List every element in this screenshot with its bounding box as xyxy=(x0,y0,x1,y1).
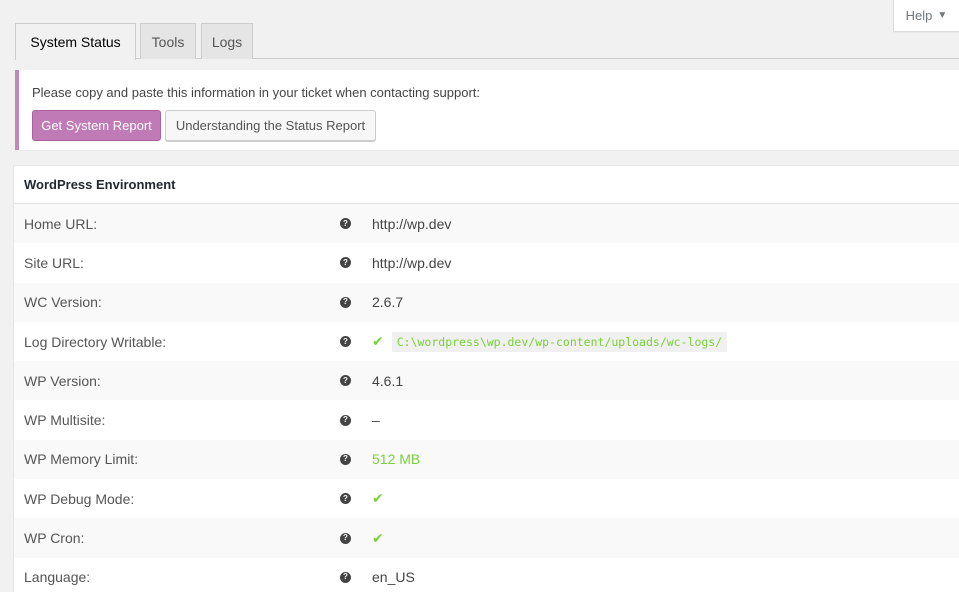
support-notice: Please copy and paste this information i… xyxy=(15,70,959,150)
understanding-status-report-button[interactable]: Understanding the Status Report xyxy=(165,110,376,141)
help-icon[interactable]: ? xyxy=(340,336,351,348)
row-value: ✔ C:\wordpress\wp.dev/wp-content/uploads… xyxy=(372,331,728,352)
row-label: Log Directory Writable: xyxy=(24,333,167,350)
table-rows: Home URL: ? http://wp.dev Site URL: ? ht… xyxy=(14,204,959,592)
table-row: WP Memory Limit: ? 512 MB xyxy=(14,439,959,480)
help-icon[interactable]: ? xyxy=(340,571,351,583)
table-row: Home URL: ? http://wp.dev xyxy=(14,204,959,244)
checkmark-icon: ✔ xyxy=(372,490,384,507)
log-directory-path: C:\wordpress\wp.dev/wp-content/uploads/w… xyxy=(391,331,728,352)
checkmark-icon: ✔ xyxy=(372,333,384,350)
help-icon[interactable]: ? xyxy=(340,257,351,269)
row-value: ✔ xyxy=(372,490,384,507)
row-label: Home URL: xyxy=(24,215,98,232)
table-row: WP Debug Mode: ? ✔ xyxy=(14,479,959,518)
help-icon[interactable]: ? xyxy=(340,218,351,230)
row-value: http://wp.dev xyxy=(372,254,452,271)
row-value: 512 MB xyxy=(372,451,421,468)
table-row: Language: ? en_US xyxy=(14,558,959,592)
table-row: WP Cron: ? ✔ xyxy=(14,518,959,558)
table-row: Log Directory Writable: ? ✔ C:\wordpress… xyxy=(14,322,959,361)
table-row: WC Version: ? 2.6.7 xyxy=(14,282,959,322)
notice-text: Please copy and paste this information i… xyxy=(32,85,481,100)
get-system-report-button[interactable]: Get System Report xyxy=(32,110,161,141)
row-label: Language: xyxy=(24,569,91,586)
row-value: – xyxy=(372,412,380,429)
table-row: Site URL: ? http://wp.dev xyxy=(14,243,959,282)
tab-logs[interactable]: Logs xyxy=(201,23,253,59)
checkmark-icon: ✔ xyxy=(372,529,384,546)
row-value: http://wp.dev xyxy=(372,215,452,232)
table-row: WP Multisite: ? – xyxy=(14,400,959,439)
help-icon[interactable]: ? xyxy=(340,414,351,426)
row-label: WP Version: xyxy=(24,372,101,389)
help-label: Help xyxy=(905,8,933,23)
row-label: WP Memory Limit: xyxy=(24,451,139,468)
help-icon[interactable]: ? xyxy=(340,453,351,465)
row-label: WP Debug Mode: xyxy=(24,490,135,507)
nav-tabs: System Status Tools Logs xyxy=(15,23,959,60)
row-value: ✔ xyxy=(372,530,384,547)
tab-tools[interactable]: Tools xyxy=(140,23,196,59)
help-icon[interactable]: ? xyxy=(340,296,351,308)
table-row: WP Version: ? 4.6.1 xyxy=(14,361,959,401)
row-value: en_US xyxy=(372,569,415,586)
wordpress-environment-table: WordPress Environment Home URL: ? http:/… xyxy=(13,165,959,592)
row-label: WP Cron: xyxy=(24,530,85,547)
row-label: WP Multisite: xyxy=(24,412,106,429)
row-label: Site URL: xyxy=(24,254,84,271)
tab-system-status[interactable]: System Status xyxy=(15,23,136,60)
caret-down-icon: ▼ xyxy=(937,10,948,21)
table-heading: WordPress Environment xyxy=(14,166,959,204)
help-icon[interactable]: ? xyxy=(340,493,351,505)
row-label: WC Version: xyxy=(24,294,102,311)
help-icon[interactable]: ? xyxy=(340,532,351,544)
row-value: 2.6.7 xyxy=(372,294,404,311)
help-icon[interactable]: ? xyxy=(340,375,351,387)
row-value: 4.6.1 xyxy=(372,372,404,389)
